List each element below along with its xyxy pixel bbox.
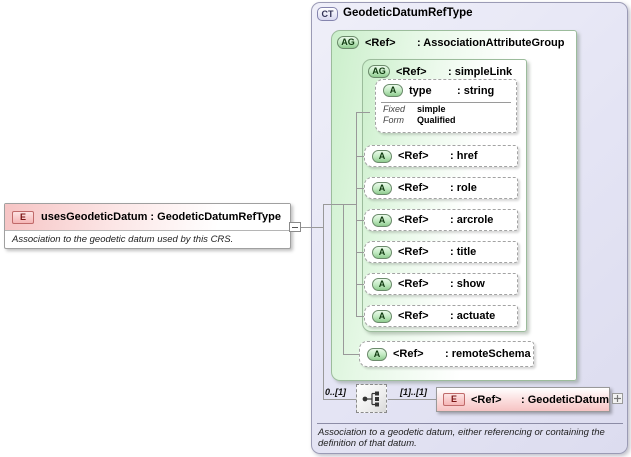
complextype-annotation-line2: definition of that datum. [318, 438, 417, 449]
connector-line [301, 227, 323, 228]
attribute-badge-icon: A [372, 277, 392, 291]
attribute-ref: <Ref> [398, 150, 429, 162]
connector-line [323, 204, 356, 205]
attribute-badge-icon: A [372, 309, 392, 323]
attribute-badge-icon: A [372, 213, 392, 227]
attribute-box-arcrole[interactable]: A <Ref> : arcrole [364, 209, 518, 231]
annotation-divider [317, 423, 623, 424]
attribute-name: : show [450, 278, 485, 290]
attribute-ref: <Ref> [398, 214, 429, 226]
element-annotation: Association to the geodetic datum used b… [12, 234, 234, 245]
connector-line [356, 112, 357, 316]
expand-button[interactable] [612, 393, 623, 404]
facet-value: simple [417, 104, 446, 114]
facet-row-form: Form Qualified [383, 115, 516, 126]
attribute-title-type: A type : string [383, 84, 516, 97]
attributegroup-badge-icon: AG [337, 36, 359, 49]
facet-value: Qualified [417, 115, 456, 125]
attribute-box-role[interactable]: A <Ref> : role [364, 177, 518, 199]
minus-icon [292, 226, 298, 228]
attribute-name: type [409, 84, 432, 97]
attribute-name: : remoteSchema [445, 348, 531, 360]
connector-line [356, 252, 364, 253]
attribute-box-type[interactable]: A type : string Fixed simple Form Qualif… [375, 79, 517, 133]
attribute-badge-icon: A [372, 149, 392, 163]
element-box-GeodeticDatum[interactable]: E <Ref> : GeodeticDatum [436, 387, 610, 412]
attribute-group-name: : AssociationAttributeGroup [417, 36, 565, 49]
connector-line [356, 284, 364, 285]
connector-line [356, 220, 364, 221]
sequence-compositor[interactable] [356, 384, 387, 413]
attribute-box-actuate[interactable]: A <Ref> : actuate [364, 305, 518, 327]
attribute-name: : arcrole [450, 214, 494, 226]
facet-row-fixed: Fixed simple [383, 104, 516, 115]
simplelink-title: AG <Ref> : simpleLink [368, 65, 512, 78]
multiplicity-label: [1]..[1] [400, 387, 427, 397]
element-title-row: E usesGeodeticDatum : GeodeticDatumRefTy… [5, 204, 290, 231]
attribute-badge-icon: A [383, 84, 403, 97]
attribute-name: : role [450, 182, 477, 194]
complextype-badge: CT [317, 7, 338, 21]
connector-line [388, 399, 436, 400]
attribute-ref: <Ref> [398, 182, 429, 194]
attribute-box-href[interactable]: A <Ref> : href [364, 145, 518, 167]
facet-label: Form [383, 115, 404, 125]
attribute-badge-icon: A [372, 181, 392, 195]
complextype-title: GeodeticDatumRefType [343, 7, 473, 19]
connector-line [356, 156, 364, 157]
element-name: : GeodeticDatum [520, 393, 609, 406]
attribute-ref: <Ref> [398, 246, 429, 258]
attribute-name: : href [450, 150, 478, 162]
complextype-annotation-line1: Association to a geodetic datum, either … [318, 427, 605, 438]
attribute-name: : actuate [450, 310, 496, 322]
connector-line [343, 354, 359, 355]
connector-line [343, 204, 344, 354]
attribute-ref: <Ref> [393, 348, 424, 360]
attribute-badge-icon: A [367, 347, 387, 361]
element-badge-icon: E [12, 210, 34, 224]
connector-line [356, 188, 364, 189]
connector-line [356, 316, 364, 317]
attribute-ref: <Ref> [398, 310, 429, 322]
element-box-usesGeodeticDatum[interactable]: E usesGeodeticDatum : GeodeticDatumRefTy… [4, 203, 291, 249]
connector-line [323, 204, 324, 399]
attribute-name: : title [450, 246, 477, 258]
attribute-group-ref: <Ref> [365, 36, 396, 49]
attribute-badge-icon: A [372, 245, 392, 259]
plus-icon [614, 395, 621, 402]
attribute-box-title[interactable]: A <Ref> : title [364, 241, 518, 263]
schema-diagram: CT GeodeticDatumRefType AG <Ref> : Assoc… [0, 0, 631, 457]
facet-divider [381, 102, 511, 103]
attribute-box-remoteSchema[interactable]: A <Ref> : remoteSchema [359, 341, 534, 367]
attribute-ref: <Ref> [398, 278, 429, 290]
element-badge-icon: E [443, 393, 465, 406]
simplelink-ref: <Ref> [396, 65, 427, 78]
attribute-group-title: AG <Ref> : AssociationAttributeGroup [337, 36, 564, 49]
collapse-button[interactable] [289, 222, 301, 232]
connector-line [356, 112, 370, 113]
element-ref: <Ref> [471, 393, 502, 406]
simplelink-name: : simpleLink [448, 65, 513, 78]
attribute-type: : string [457, 84, 495, 97]
attributegroup-badge-icon: AG [368, 65, 390, 78]
attribute-box-show[interactable]: A <Ref> : show [364, 273, 518, 295]
sequence-icon [362, 391, 379, 406]
facet-label: Fixed [383, 104, 406, 114]
element-title: usesGeodeticDatum : GeodeticDatumRefType [41, 211, 282, 223]
connector-line [323, 399, 356, 400]
multiplicity-label: 0..[1] [325, 387, 347, 397]
